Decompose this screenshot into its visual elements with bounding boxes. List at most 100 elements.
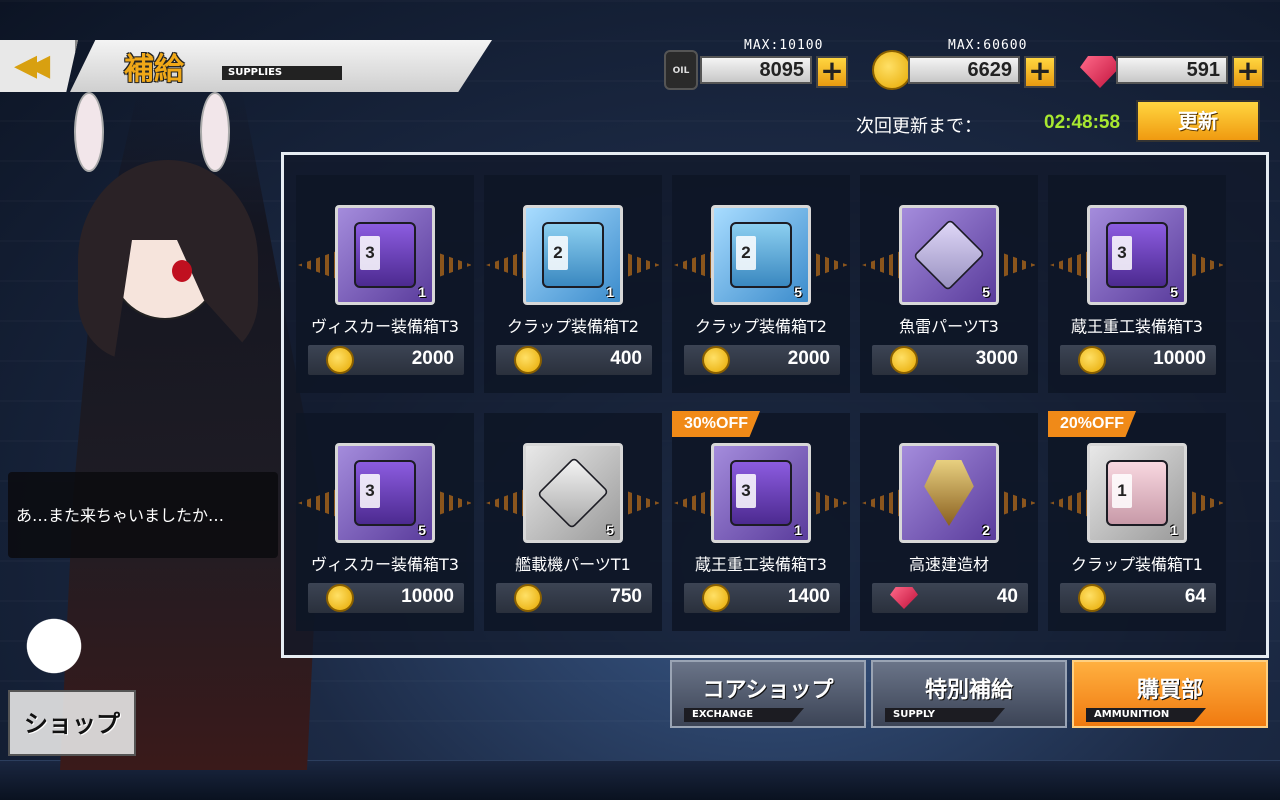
oil-barrel-icon: OIL xyxy=(664,50,698,90)
price-button[interactable]: 2000 xyxy=(684,345,840,375)
character-ear-left xyxy=(74,92,104,172)
item-quantity: 2 xyxy=(982,522,990,538)
coin-icon xyxy=(1078,346,1106,374)
tab-label: 特別補給 xyxy=(924,678,1013,703)
coin-icon xyxy=(326,584,354,612)
coin-icon xyxy=(326,346,354,374)
shop-item[interactable]: 3 1 ヴィスカー装備箱T3 2000 xyxy=(296,175,474,393)
item-quantity: 5 xyxy=(1170,284,1178,300)
shop-label: ショップ xyxy=(8,690,136,756)
price-button[interactable]: 750 xyxy=(496,583,652,613)
item-icon[interactable]: 35 xyxy=(1087,205,1187,305)
price-button[interactable]: 10000 xyxy=(1060,345,1216,375)
tab-core-shop[interactable]: コアショップ EXCHANGE xyxy=(670,660,866,728)
equipment-box-icon xyxy=(536,456,610,530)
tab-special-supply[interactable]: 特別補給 SUPPLY xyxy=(871,660,1067,728)
coin-icon xyxy=(514,584,542,612)
price-value: 750 xyxy=(610,586,642,607)
gem-icon xyxy=(890,587,918,609)
discount-badge: 30%OFF xyxy=(672,411,761,437)
tab-label: コアショップ xyxy=(702,678,834,703)
shop-item[interactable]: 3 5 ヴィスカー装備箱T3 10000 xyxy=(296,413,474,631)
gem-icon xyxy=(1080,56,1120,88)
price-button[interactable]: 10000 xyxy=(308,583,464,613)
oil-value: 8095 xyxy=(700,56,812,84)
item-name: 蔵王重工装備箱T3 xyxy=(1071,317,1203,336)
oil-resource: MAX:10100 OIL 8095 + xyxy=(664,38,854,90)
item-name: ヴィスカー装備箱T3 xyxy=(311,555,459,574)
item-name: クラップ装備箱T2 xyxy=(695,317,827,336)
refresh-timer: 02:48:58 xyxy=(1044,112,1121,133)
price-button[interactable]: 40 xyxy=(872,583,1028,613)
item-quantity: 5 xyxy=(606,522,614,538)
equipment-box-icon xyxy=(924,460,974,526)
price-button[interactable]: 64 xyxy=(1060,583,1216,613)
mascot-avatar xyxy=(14,610,94,700)
coin-resource: MAX:60600 6629 + xyxy=(872,38,1062,90)
shop-item[interactable]: 2 高速建造材 40 xyxy=(860,413,1038,631)
item-quantity: 5 xyxy=(982,284,990,300)
coin-icon xyxy=(872,50,912,90)
price-button[interactable]: 400 xyxy=(496,345,652,375)
shop-item[interactable]: 30%OFF 3 1 蔵王重工装備箱T3 1400 xyxy=(672,411,850,631)
refresh-button[interactable]: 更新 xyxy=(1136,100,1260,142)
item-icon[interactable]: 35 xyxy=(335,443,435,543)
price-button[interactable]: 3000 xyxy=(872,345,1028,375)
item-name: 魚雷パーツT3 xyxy=(899,317,999,336)
tech-tier-label: 2 xyxy=(736,236,756,270)
price-button[interactable]: 2000 xyxy=(308,345,464,375)
item-quantity: 5 xyxy=(418,522,426,538)
shop-item[interactable]: 2 1 クラップ装備箱T2 400 xyxy=(484,175,662,393)
gem-value: 591 xyxy=(1116,56,1228,84)
price-value: 2000 xyxy=(411,348,454,369)
item-icon[interactable]: 2 xyxy=(899,443,999,543)
oil-plus-button[interactable]: + xyxy=(816,56,848,88)
back-arrow-icon: ◀◀ xyxy=(14,48,50,83)
item-name: ヴィスカー装備箱T3 xyxy=(311,317,459,336)
item-icon[interactable]: 21 xyxy=(523,205,623,305)
shop-panel: 3 1 ヴィスカー装備箱T3 2000 2 1 クラップ装備箱T2 400 2 5 クラップ装備箱T… xyxy=(281,152,1269,658)
tab-ammunition[interactable]: 購買部 AMMUNITION xyxy=(1072,660,1268,728)
coin-icon xyxy=(1078,584,1106,612)
item-icon[interactable]: 11 xyxy=(1087,443,1187,543)
price-value: 400 xyxy=(610,348,642,369)
coin-icon xyxy=(702,346,730,374)
shop-item[interactable]: 2 5 クラップ装備箱T2 2000 xyxy=(672,175,850,393)
tab-sublabel: EXCHANGE xyxy=(684,708,804,722)
price-button[interactable]: 1400 xyxy=(684,583,840,613)
tech-tier-label: 3 xyxy=(1112,236,1132,270)
price-value: 3000 xyxy=(975,348,1018,369)
item-quantity: 1 xyxy=(794,522,802,538)
coin-plus-button[interactable]: + xyxy=(1024,56,1056,88)
oil-max: MAX:10100 xyxy=(744,38,824,53)
item-name: 高速建造材 xyxy=(908,555,989,574)
item-icon[interactable]: 5 xyxy=(899,205,999,305)
back-button[interactable]: ◀◀ xyxy=(0,40,78,92)
shop-item[interactable]: 5 艦載機パーツT1 750 xyxy=(484,413,662,631)
page-title: 補給 xyxy=(124,52,184,87)
tab-label: 購買部 xyxy=(1136,678,1203,703)
gem-plus-button[interactable]: + xyxy=(1232,56,1264,88)
item-icon[interactable]: 31 xyxy=(711,443,811,543)
price-value: 10000 xyxy=(401,586,454,607)
item-icon[interactable]: 25 xyxy=(711,205,811,305)
page-subtitle: SUPPLIES xyxy=(222,66,342,80)
item-name: クラップ装備箱T2 xyxy=(507,317,639,336)
tech-tier-label: 1 xyxy=(1112,474,1132,508)
price-value: 40 xyxy=(996,586,1018,607)
shop-item[interactable]: 5 魚雷パーツT3 3000 xyxy=(860,175,1038,393)
character-ear-right xyxy=(200,92,230,172)
item-name: クラップ装備箱T1 xyxy=(1071,555,1203,574)
tech-tier-label: 3 xyxy=(360,474,380,508)
price-value: 1400 xyxy=(787,586,830,607)
shop-item[interactable]: 20%OFF 1 1 クラップ装備箱T1 64 xyxy=(1048,411,1226,631)
equipment-box-icon xyxy=(912,218,986,292)
coin-max: MAX:60600 xyxy=(948,38,1028,53)
item-icon[interactable]: 5 xyxy=(523,443,623,543)
item-icon[interactable]: 31 xyxy=(335,205,435,305)
shop-item[interactable]: 3 5 蔵王重工装備箱T3 10000 xyxy=(1048,175,1226,393)
character-dialog: あ…また来ちゃいましたか… xyxy=(8,472,278,558)
item-name: 蔵王重工装備箱T3 xyxy=(695,555,827,574)
coin-icon xyxy=(702,584,730,612)
coin-value: 6629 xyxy=(908,56,1020,84)
